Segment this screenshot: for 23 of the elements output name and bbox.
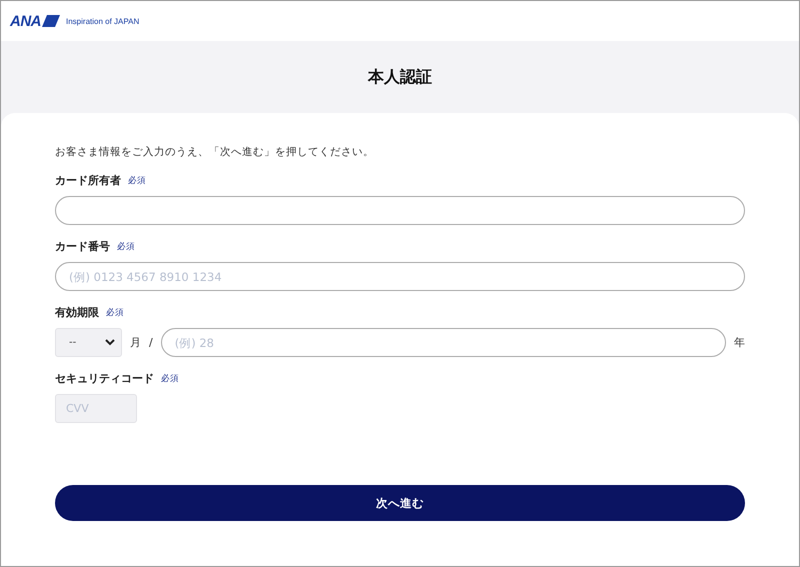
separator: / xyxy=(149,336,153,349)
instruction-text: お客さま情報をご入力のうえ、「次へ進む」を押してください。 xyxy=(55,145,375,159)
caret-icon xyxy=(105,339,115,346)
year-unit: 年 xyxy=(734,335,745,350)
month-dropdown[interactable]: -- xyxy=(55,328,122,357)
field-label: カード所有者 xyxy=(55,173,121,188)
required-tag: 必須 xyxy=(161,372,179,384)
brand-logo: ANA xyxy=(10,12,60,30)
input-field[interactable] xyxy=(55,196,745,225)
year-field[interactable]: (例) 28 xyxy=(160,328,726,357)
next-button[interactable]: 次へ進む xyxy=(55,485,745,521)
brand-tagline: Inspiration of JAPAN xyxy=(66,16,140,26)
field-label: カード番号 xyxy=(55,239,110,254)
required-tag: 必須 xyxy=(128,174,146,186)
input-field[interactable]: (例) 0123 4567 8910 1234 xyxy=(55,262,745,291)
field-label: セキュリティコード xyxy=(55,371,154,386)
logo-stripe-icon xyxy=(42,15,60,27)
page-title: 本人認証 xyxy=(368,66,432,88)
cvv-field[interactable]: CVV xyxy=(55,394,137,423)
month-unit: 月 xyxy=(130,335,141,350)
required-tag: 必須 xyxy=(106,306,124,318)
required-tag: 必須 xyxy=(117,240,135,252)
field-label: 有効期限 xyxy=(55,305,99,320)
